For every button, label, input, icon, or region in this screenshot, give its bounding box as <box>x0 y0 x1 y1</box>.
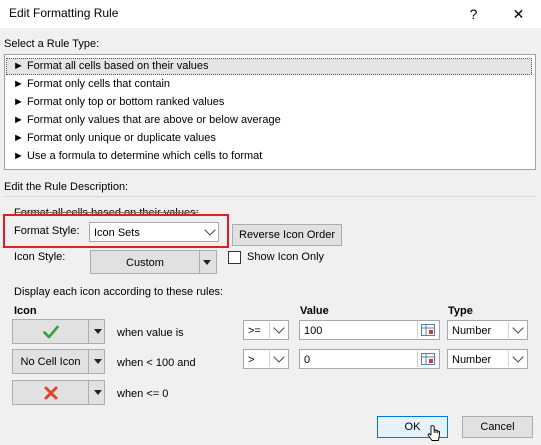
divider <box>199 251 200 273</box>
type-select-2[interactable]: Number <box>447 349 528 369</box>
condition-label-1: when value is <box>117 327 184 339</box>
condition-label-2: when < 100 and <box>117 357 196 369</box>
cancel-button[interactable]: Cancel <box>462 416 533 438</box>
caret-down-icon <box>89 320 106 343</box>
rule-type-item[interactable]: ► Format only cells that contain <box>6 76 532 93</box>
caret-down-icon <box>203 260 211 265</box>
format-style-value: Icon Sets <box>94 227 140 239</box>
show-icon-only-checkbox[interactable] <box>228 251 241 264</box>
icon-select-2[interactable]: No Cell Icon <box>12 349 105 374</box>
reverse-icon-order-button[interactable]: Reverse Icon Order <box>232 224 342 246</box>
no-cell-icon: No Cell Icon <box>13 350 89 373</box>
value-text-2: 0 <box>304 354 311 366</box>
dialog-title: Edit Formatting Rule <box>9 6 119 20</box>
rule-type-item[interactable]: ► Format only values that are above or b… <box>6 112 532 129</box>
value-input-2[interactable]: 0 <box>299 349 440 369</box>
value-text-1: 100 <box>304 325 323 337</box>
chevron-down-icon <box>201 223 218 241</box>
chevron-down-icon <box>508 322 526 338</box>
red-x-icon <box>13 381 89 404</box>
green-check-icon <box>13 320 89 343</box>
chevron-down-icon <box>269 322 287 338</box>
range-picker-icon[interactable] <box>417 351 438 367</box>
condition-label-3: when <= 0 <box>117 388 169 400</box>
type-value-1: Number <box>452 325 492 337</box>
type-column-header: Type <box>448 305 473 317</box>
rule-type-list[interactable]: ► Format all cells based on their values… <box>4 54 536 170</box>
operator-select-1[interactable]: >= <box>243 320 289 340</box>
help-icon: ? <box>469 6 478 22</box>
icon-column-header: Icon <box>14 305 37 317</box>
value-input-1[interactable]: 100 <box>299 320 440 340</box>
format-style-select[interactable]: Icon Sets <box>89 222 219 242</box>
rule-type-label: Select a Rule Type: <box>4 38 100 50</box>
icon-style-label: Icon Style: <box>14 251 66 263</box>
icon-style-select[interactable]: Custom <box>90 250 217 274</box>
rule-description-label: Edit the Rule Description: <box>4 181 129 193</box>
format-style-label: Format Style: <box>14 225 80 237</box>
cancel-label: Cancel <box>480 421 515 433</box>
operator-value-1: >= <box>248 325 261 337</box>
icon-select-3[interactable] <box>12 380 105 405</box>
type-value-2: Number <box>452 354 492 366</box>
mouse-cursor-icon <box>427 425 441 445</box>
value-column-header: Value <box>300 305 329 317</box>
show-icon-only-label: Show Icon Only <box>247 251 325 263</box>
help-button[interactable]: ? <box>451 0 496 28</box>
caret-down-icon <box>89 350 106 373</box>
chevron-down-icon <box>269 351 287 367</box>
rule-type-item[interactable]: ► Format all cells based on their values <box>6 58 532 75</box>
operator-value-2: > <box>248 354 255 366</box>
caret-down-icon <box>89 381 106 404</box>
rule-type-item[interactable]: ► Format only top or bottom ranked value… <box>6 94 532 111</box>
rule-type-item[interactable]: ► Format only unique or duplicate values <box>6 130 532 147</box>
icon-select-1[interactable] <box>12 319 105 344</box>
type-select-1[interactable]: Number <box>447 320 528 340</box>
close-icon: ✕ <box>512 5 525 22</box>
ok-label: OK <box>404 421 421 433</box>
operator-select-2[interactable]: > <box>243 349 289 369</box>
rules-caption: Display each icon according to these rul… <box>14 286 224 298</box>
rule-type-item[interactable]: ► Use a formula to determine which cells… <box>6 148 532 165</box>
close-button[interactable]: ✕ <box>496 0 541 28</box>
chevron-down-icon <box>508 351 526 367</box>
range-picker-icon[interactable] <box>417 322 438 338</box>
icon-style-value: Custom <box>126 257 164 269</box>
